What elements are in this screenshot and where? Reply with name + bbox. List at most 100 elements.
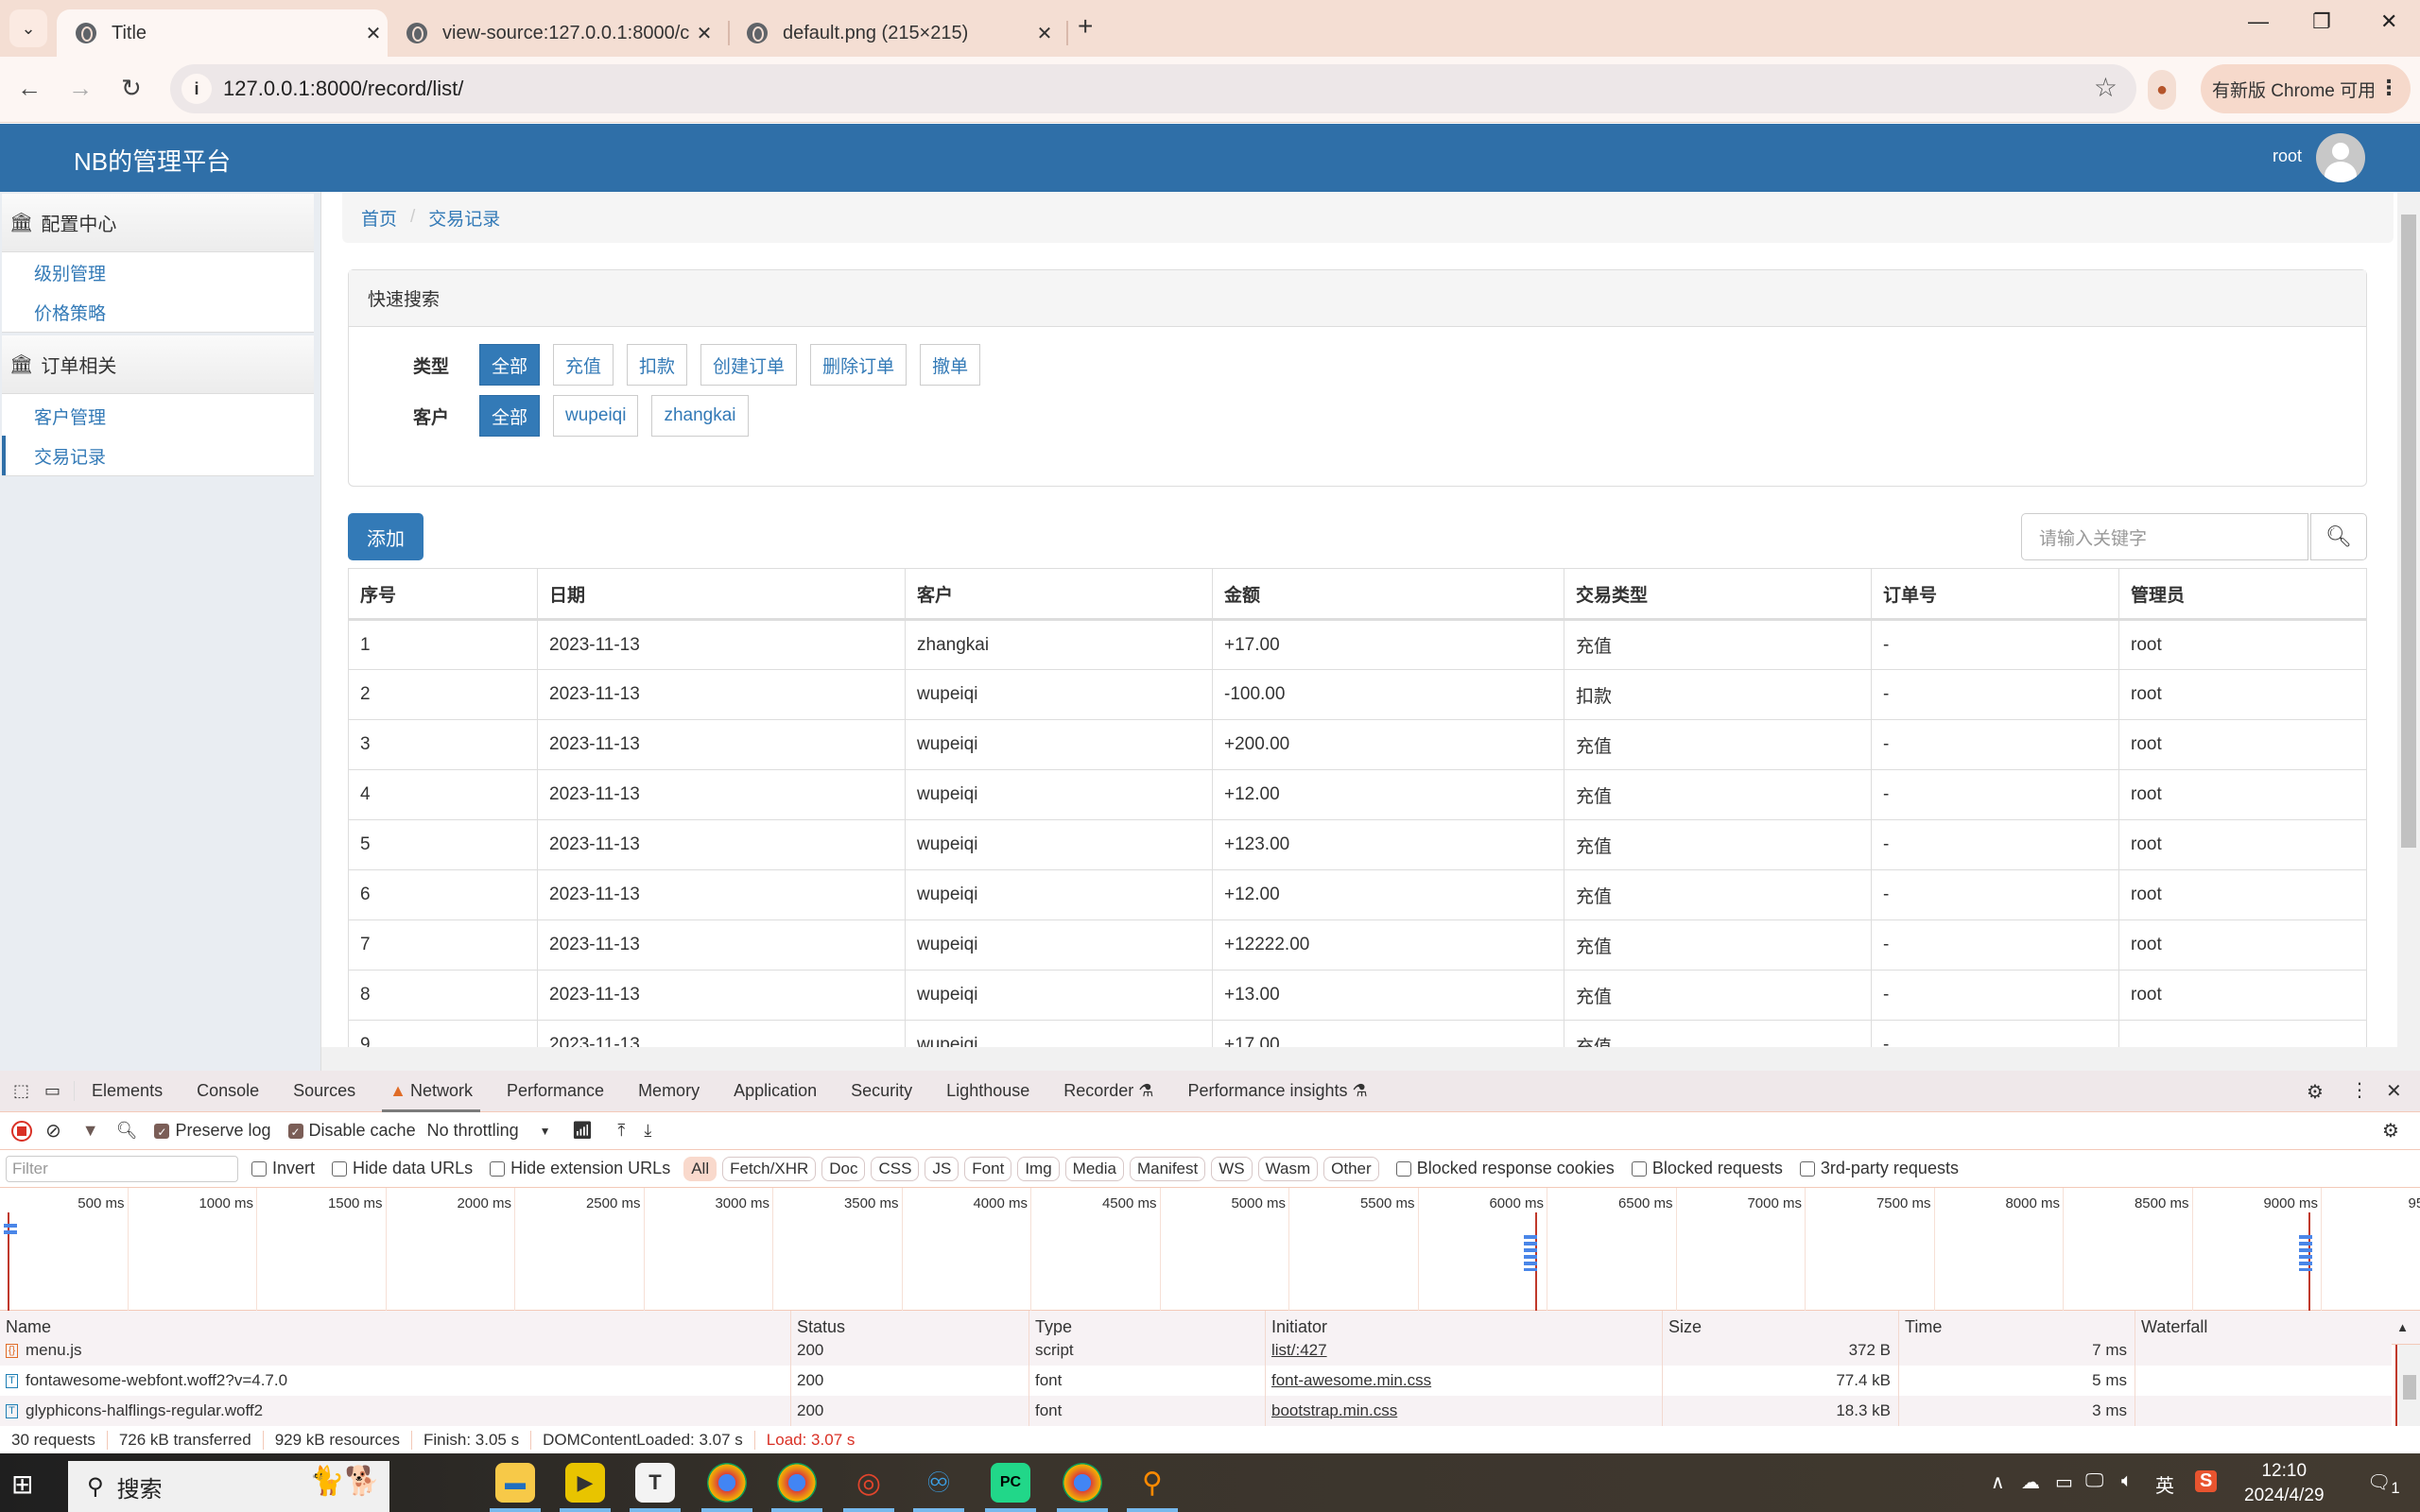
- export-har-icon[interactable]: ⤓: [644, 1121, 651, 1141]
- filter-input[interactable]: Filter: [6, 1155, 238, 1182]
- preserve-log-checkbox[interactable]: ✓ Preserve log: [154, 1121, 271, 1141]
- third-party-checkbox[interactable]: 3rd-party requests: [1799, 1159, 1959, 1178]
- more-options-icon[interactable]: ⋮: [2350, 1078, 2369, 1102]
- type-filter-manifest[interactable]: Manifest: [1129, 1156, 1206, 1181]
- import-har-icon[interactable]: ⤒: [617, 1121, 625, 1141]
- close-tab-icon[interactable]: ✕: [359, 22, 388, 45]
- chrome-profile-2-icon[interactable]: [771, 1463, 822, 1512]
- filter-type-delete-order[interactable]: 删除订单: [810, 344, 908, 386]
- app-brand[interactable]: NB的管理平台: [74, 143, 231, 178]
- app-anaconda-icon[interactable]: ♾: [913, 1463, 964, 1512]
- page-horizontal-scrollbar[interactable]: [321, 1047, 2397, 1071]
- disable-cache-checkbox[interactable]: ✓ Disable cache: [287, 1121, 416, 1141]
- url-text[interactable]: 127.0.0.1:8000/record/list/: [223, 77, 463, 101]
- keyword-search-input[interactable]: 请输入关键字: [2021, 513, 2308, 560]
- type-filter-all[interactable]: All: [683, 1156, 717, 1181]
- more-menu-icon[interactable]: ⋮: [2378, 76, 2399, 100]
- throttling-select[interactable]: No throttling ▼: [427, 1121, 551, 1141]
- devtools-tab-recorder[interactable]: Recorder ⚗: [1046, 1071, 1170, 1112]
- chrome-profile-1-icon[interactable]: [701, 1463, 752, 1512]
- filter-type-cancel[interactable]: 撤单: [920, 344, 981, 386]
- sogou-ime-icon[interactable]: S: [2195, 1470, 2218, 1492]
- request-row[interactable]: Tglyphicons-halflings-regular.woff2 200 fo…: [0, 1396, 2392, 1426]
- typora-icon[interactable]: T: [630, 1463, 681, 1512]
- record-stop-icon[interactable]: [11, 1120, 32, 1142]
- sidebar-item-transactions[interactable]: 交易记录: [2, 436, 314, 475]
- type-filter-ws[interactable]: WS: [1211, 1156, 1253, 1181]
- filter-customer-wupeiqi[interactable]: wupeiqi: [553, 395, 639, 437]
- type-filter-other[interactable]: Other: [1323, 1156, 1379, 1181]
- new-tab-button[interactable]: +: [1078, 11, 1093, 42]
- onedrive-icon[interactable]: ☁: [2021, 1470, 2040, 1494]
- forward-button[interactable]: →: [68, 74, 93, 103]
- devtools-tab-performance[interactable]: Performance: [490, 1071, 621, 1112]
- media-player-app-icon[interactable]: ▶: [560, 1463, 611, 1512]
- sidebar-group-config[interactable]: 🏛 配置中心: [2, 194, 314, 252]
- browser-tab-title[interactable]: Title ✕: [57, 9, 388, 57]
- network-icon[interactable]: 🖵︎: [2085, 1470, 2103, 1492]
- address-bar[interactable]: i 127.0.0.1:8000/record/list/ ☆: [170, 64, 2136, 113]
- filter-type-all[interactable]: 全部: [479, 344, 541, 386]
- add-button[interactable]: 添加: [348, 513, 424, 560]
- devtools-tab-performance-insights[interactable]: Performance insights ⚗: [1170, 1071, 1384, 1112]
- breadcrumb-home[interactable]: 首页: [361, 205, 397, 231]
- network-settings-icon[interactable]: ⚙: [2382, 1119, 2399, 1143]
- devtools-tab-elements[interactable]: Elements: [75, 1071, 180, 1112]
- chrome-update-button[interactable]: 有新版 Chrome 可用 ⋮: [2201, 64, 2411, 113]
- filter-type-deduct[interactable]: 扣款: [627, 344, 688, 386]
- filter-customer-zhangkai[interactable]: zhangkai: [651, 395, 749, 437]
- battery-icon[interactable]: ▭: [2055, 1470, 2073, 1494]
- sidebar-item-level[interactable]: 级别管理: [2, 252, 314, 292]
- close-tab-icon[interactable]: ✕: [690, 22, 718, 45]
- notification-center-icon[interactable]: 🗨︎1: [2367, 1470, 2400, 1498]
- username[interactable]: root: [2273, 146, 2302, 166]
- avatar[interactable]: [2316, 133, 2365, 182]
- restore-button[interactable]: ❐: [2312, 9, 2331, 34]
- search-tool-icon[interactable]: ⚲: [1127, 1463, 1178, 1512]
- type-filter-css[interactable]: CSS: [871, 1156, 920, 1181]
- devtools-tab-lighthouse[interactable]: Lighthouse: [929, 1071, 1046, 1112]
- reload-button[interactable]: ↻: [121, 74, 142, 103]
- devtools-tab-network[interactable]: ▲ Network: [372, 1071, 490, 1112]
- minimize-button[interactable]: —: [2248, 9, 2269, 34]
- settings-gear-icon[interactable]: ⚙: [2307, 1080, 2324, 1104]
- request-list-scrollbar[interactable]: [2395, 1345, 2420, 1426]
- windows-start-icon[interactable]: ⊞: [11, 1469, 33, 1500]
- back-button[interactable]: ←: [17, 74, 42, 103]
- blocked-requests-checkbox[interactable]: Blocked requests: [1631, 1159, 1783, 1178]
- system-clock[interactable]: 12:10 2024/4/29: [2244, 1459, 2325, 1508]
- request-initiator[interactable]: bootstrap.min.css: [1265, 1396, 1662, 1426]
- filter-customer-all[interactable]: 全部: [479, 395, 541, 437]
- tray-expand-icon[interactable]: ∧: [1991, 1470, 2005, 1494]
- sidebar-group-orders[interactable]: 🏛 订单相关: [2, 335, 314, 394]
- clear-icon[interactable]: ⊘: [45, 1119, 61, 1143]
- invert-checkbox[interactable]: Invert: [251, 1159, 315, 1178]
- hide-extension-urls-checkbox[interactable]: Hide extension URLs: [490, 1159, 670, 1178]
- request-initiator[interactable]: list/:427: [1265, 1335, 1662, 1366]
- blocked-cookies-checkbox[interactable]: Blocked response cookies: [1395, 1159, 1615, 1178]
- tab-search-button[interactable]: ⌄: [9, 9, 47, 47]
- profile-icon[interactable]: ●: [2148, 70, 2176, 110]
- close-window-button[interactable]: ✕: [2380, 9, 2397, 34]
- type-filter-img[interactable]: Img: [1017, 1156, 1060, 1181]
- type-filter-js[interactable]: JS: [925, 1156, 959, 1181]
- filter-funnel-icon[interactable]: ▼: [82, 1121, 99, 1141]
- browser-tab-view-source[interactable]: view-source:127.0.0.1:8000/c ✕: [388, 9, 718, 57]
- devtools-tab-memory[interactable]: Memory: [621, 1071, 717, 1112]
- type-filter-wasm[interactable]: Wasm: [1257, 1156, 1319, 1181]
- chrome-active-icon[interactable]: [1057, 1463, 1108, 1512]
- breadcrumb-current[interactable]: 交易记录: [428, 205, 500, 231]
- network-overview-timeline[interactable]: 500 ms 1000 ms 1500 ms 2000 ms 2500 ms 3000 m…: [0, 1188, 2420, 1311]
- inspect-element-icon[interactable]: ⬚: [0, 1081, 39, 1101]
- volume-icon[interactable]: 🔈︎: [2121, 1470, 2133, 1492]
- filter-type-create-order[interactable]: 创建订单: [700, 344, 798, 386]
- sidebar-item-customers[interactable]: 客户管理: [2, 396, 314, 436]
- sidebar-item-price-policy[interactable]: 价格策略: [2, 292, 314, 332]
- devtools-tab-security[interactable]: Security: [834, 1071, 929, 1112]
- site-info-icon[interactable]: i: [182, 74, 212, 104]
- search-icon[interactable]: 🔍︎: [116, 1121, 138, 1141]
- devtools-tab-application[interactable]: Application: [717, 1071, 834, 1112]
- type-filter-fetchxhr[interactable]: Fetch/XHR: [722, 1156, 817, 1181]
- file-explorer-icon[interactable]: ▬: [490, 1463, 541, 1512]
- browser-tab-default-png[interactable]: default.png (215×215) ✕: [728, 9, 1059, 57]
